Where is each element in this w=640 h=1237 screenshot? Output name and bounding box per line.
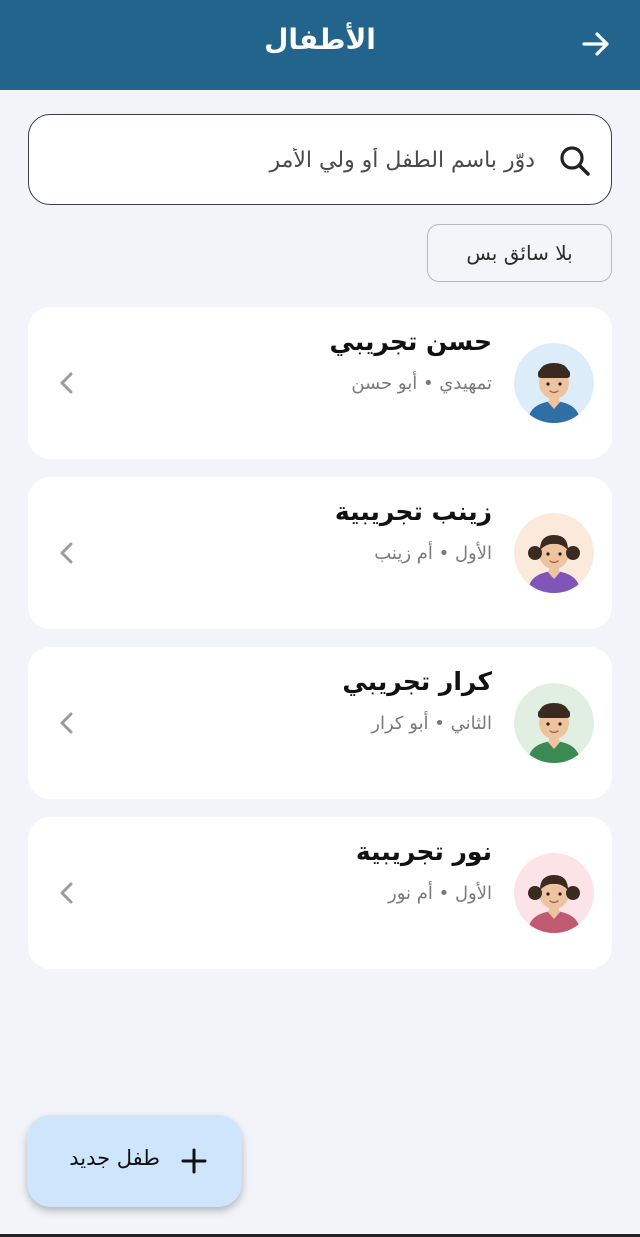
child-avatar — [514, 513, 594, 593]
chevron-left-icon — [60, 542, 73, 564]
child-card[interactable]: نور تجريبية الأول • أم نور — [28, 817, 612, 969]
add-child-button[interactable]: طفل جديد — [27, 1115, 242, 1207]
child-details: تمهيدي • أبو حسن — [351, 373, 492, 394]
child-card[interactable]: زينب تجريبية الأول • أم زينب — [28, 477, 612, 629]
chevron-left-icon — [60, 712, 73, 734]
child-card[interactable]: كرار تجريبي الثاني • أبو كرار — [28, 647, 612, 799]
filter-chip-no-driver[interactable]: بلا سائق بس — [427, 224, 612, 282]
child-name: حسن تجريبي — [329, 327, 493, 356]
children-screen: الأطفال بلا سائق بس حسن تجريبي تمهيدي • أ… — [0, 0, 640, 1237]
child-card[interactable]: حسن تجريبي تمهيدي • أبو حسن — [28, 307, 612, 459]
page-title: الأطفال — [264, 23, 376, 56]
arrow-right-icon — [582, 32, 609, 56]
child-avatar — [514, 683, 594, 763]
child-avatar — [514, 853, 594, 933]
child-name: كرار تجريبي — [342, 667, 492, 696]
chevron-left-icon — [60, 882, 73, 904]
child-details: الثاني • أبو كرار — [371, 713, 492, 734]
search-input[interactable] — [65, 137, 535, 183]
chevron-left-icon — [60, 372, 73, 394]
child-avatar — [514, 343, 594, 423]
app-header: الأطفال — [0, 0, 640, 90]
add-child-label: طفل جديد — [69, 1146, 160, 1170]
child-details: الأول • أم نور — [388, 883, 492, 904]
search-box[interactable] — [28, 114, 612, 205]
back-button[interactable] — [578, 26, 614, 62]
child-name: زينب تجريبية — [334, 497, 492, 526]
plus-icon — [181, 1148, 207, 1174]
child-name: نور تجريبية — [355, 837, 492, 866]
child-details: الأول • أم زينب — [374, 543, 492, 564]
search-icon — [560, 146, 590, 176]
